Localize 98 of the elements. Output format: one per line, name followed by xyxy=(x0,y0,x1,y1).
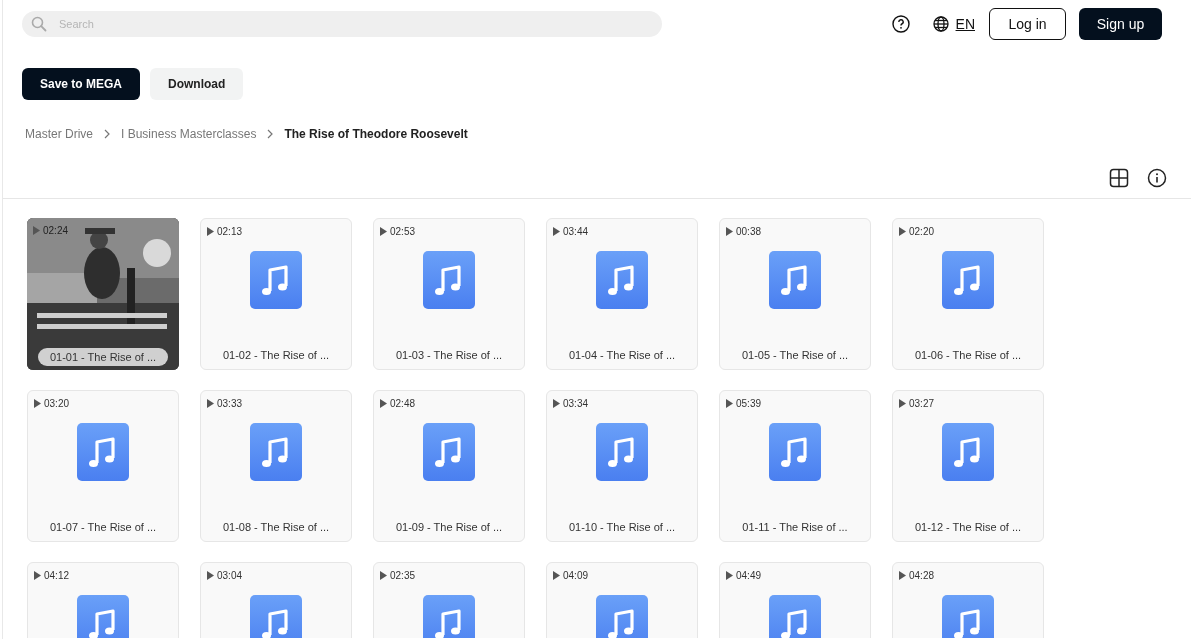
file-name: 01-05 - The Rise of ... xyxy=(741,349,849,361)
duration: 03:27 xyxy=(909,398,935,409)
play-icon xyxy=(380,571,387,580)
music-file-icon xyxy=(250,251,302,309)
duration: 04:12 xyxy=(44,570,70,581)
music-file-icon xyxy=(769,251,821,309)
file-card[interactable]: 03:33 01-08 - The Rise of ... xyxy=(200,390,352,542)
duration: 02:53 xyxy=(390,226,416,237)
music-file-icon xyxy=(250,423,302,481)
duration: 02:48 xyxy=(390,398,416,409)
file-card[interactable]: 02:48 01-09 - The Rise of ... xyxy=(373,390,525,542)
sign-up-button[interactable]: Sign up xyxy=(1079,7,1162,40)
play-icon xyxy=(553,571,560,580)
music-file-icon xyxy=(769,595,821,638)
help-icon[interactable] xyxy=(891,14,910,33)
duration: 04:49 xyxy=(736,570,762,581)
duration: 02:13 xyxy=(217,226,243,237)
file-name: 01-10 - The Rise of ... xyxy=(568,521,676,533)
duration: 03:04 xyxy=(217,570,243,581)
play-icon xyxy=(34,571,41,580)
breadcrumb-link[interactable]: Master Drive xyxy=(25,127,93,141)
play-icon xyxy=(380,227,387,236)
play-icon xyxy=(899,399,906,408)
music-file-icon xyxy=(423,423,475,481)
play-icon xyxy=(380,399,387,408)
play-icon xyxy=(34,399,41,408)
music-file-icon xyxy=(77,595,129,638)
file-card[interactable]: 05:39 01-11 - The Rise of ... xyxy=(719,390,871,542)
play-icon xyxy=(207,399,214,408)
file-card[interactable]: 02:35 xyxy=(373,562,525,638)
music-file-icon xyxy=(423,595,475,638)
play-icon xyxy=(207,227,214,236)
play-icon xyxy=(553,399,560,408)
music-file-icon xyxy=(596,251,648,309)
file-name: 01-08 - The Rise of ... xyxy=(222,521,330,533)
chevron-icon xyxy=(266,129,275,139)
file-card[interactable]: 03:34 01-10 - The Rise of ... xyxy=(546,390,698,542)
duration: 03:44 xyxy=(563,226,589,237)
duration: 02:35 xyxy=(390,570,416,581)
save-button[interactable]: Save to MEGA xyxy=(22,68,141,100)
duration: 03:33 xyxy=(217,398,243,409)
play-icon xyxy=(726,227,733,236)
chevron-icon xyxy=(103,129,111,139)
file-card[interactable]: 02:20 01-06 - The Rise of ... xyxy=(892,218,1044,370)
play-icon xyxy=(207,571,214,580)
log-in-button[interactable]: Log in xyxy=(989,7,1066,40)
file-card[interactable]: 03:44 01-04 - The Rise of ... xyxy=(546,218,698,370)
file-name: 01-09 - The Rise of ... xyxy=(395,521,503,533)
duration: 03:20 xyxy=(44,398,70,409)
music-file-icon xyxy=(769,423,821,481)
duration: 05:39 xyxy=(736,398,762,409)
file-name: 01-02 - The Rise of ... xyxy=(222,349,330,361)
play-icon xyxy=(553,227,560,236)
grid-view-icon[interactable] xyxy=(1109,168,1129,188)
file-card[interactable]: 02:13 01-02 - The Rise of ... xyxy=(200,218,352,370)
file-card[interactable]: 03:27 01-12 - The Rise of ... xyxy=(892,390,1044,542)
music-file-icon xyxy=(942,423,994,481)
info-icon[interactable] xyxy=(1147,168,1167,188)
language-link[interactable]: EN xyxy=(955,15,975,32)
duration: 04:09 xyxy=(563,570,589,581)
file-card[interactable]: 04:12 xyxy=(27,562,179,638)
duration: 02:20 xyxy=(909,226,935,237)
file-card[interactable]: 03:04 xyxy=(200,562,352,638)
duration: 00:38 xyxy=(736,226,762,237)
music-file-icon xyxy=(423,251,475,309)
breadcrumb-link[interactable]: The Rise of Theodore Roosevelt xyxy=(284,127,468,141)
duration: 02:24 xyxy=(43,225,69,236)
file-card[interactable]: 04:49 xyxy=(719,562,871,638)
file-card[interactable]: 02:24 01-01 - The Rise of ... xyxy=(27,218,179,370)
file-card[interactable]: 02:53 01-03 - The Rise of ... xyxy=(373,218,525,370)
play-icon xyxy=(899,227,906,236)
file-card[interactable]: 03:20 01-07 - The Rise of ... xyxy=(27,390,179,542)
music-file-icon xyxy=(596,423,648,481)
play-icon xyxy=(33,226,40,235)
file-name: 01-07 - The Rise of ... xyxy=(49,521,157,533)
play-icon xyxy=(899,571,906,580)
download-button[interactable]: Download xyxy=(150,68,244,100)
music-file-icon xyxy=(250,595,302,638)
file-name: 01-06 - The Rise of ... xyxy=(914,349,1022,361)
file-name: 01-04 - The Rise of ... xyxy=(568,349,676,361)
duration: 04:28 xyxy=(909,570,935,581)
file-name: 01-12 - The Rise of ... xyxy=(914,521,1022,533)
play-icon xyxy=(726,571,733,580)
file-card[interactable]: 00:38 01-05 - The Rise of ... xyxy=(719,218,871,370)
music-file-icon xyxy=(942,251,994,309)
file-name: 01-11 - The Rise of ... xyxy=(742,521,848,533)
file-name: 01-03 - The Rise of ... xyxy=(395,349,503,361)
duration: 03:34 xyxy=(563,398,589,409)
play-icon xyxy=(726,399,733,408)
globe-icon xyxy=(932,15,949,32)
music-file-icon xyxy=(77,423,129,481)
file-name: 01-01 - The Rise of ... xyxy=(37,348,169,366)
breadcrumb-link[interactable]: I Business Masterclasses xyxy=(121,127,257,141)
search-field[interactable]: Search xyxy=(22,10,662,37)
music-file-icon xyxy=(942,595,994,638)
file-card[interactable]: 04:09 xyxy=(546,562,698,638)
file-card[interactable]: 04:28 xyxy=(892,562,1044,638)
music-file-icon xyxy=(596,595,648,638)
